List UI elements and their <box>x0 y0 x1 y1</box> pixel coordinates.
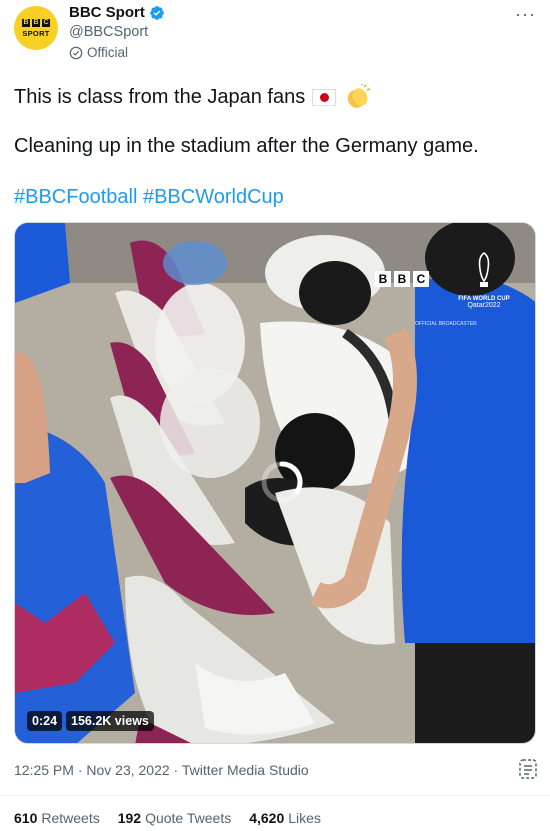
bbc-watermark-icon: BBC <box>375 271 429 287</box>
author-name-row[interactable]: BBC Sport <box>69 4 165 21</box>
quote-tweets-stat[interactable]: 192 Quote Tweets <box>118 810 232 826</box>
fifa-world-cup-logo: FIFA WORLD CUP Qatar2022 <box>456 251 512 309</box>
media-studio-icon[interactable] <box>518 758 538 780</box>
verified-badge-icon <box>149 5 164 20</box>
tweet-text-line1: This is class from the Japan fans <box>14 84 371 110</box>
likes-stat[interactable]: 4,620 Likes <box>249 810 321 826</box>
display-name[interactable]: BBC Sport <box>69 4 145 21</box>
avatar-sport-label: SPORT <box>22 28 50 38</box>
hashtag-link[interactable]: #BBCFootball <box>14 186 137 208</box>
official-label: Official <box>69 45 128 60</box>
video-info-badges: 0:24 156.2K views <box>27 711 154 731</box>
broadcaster-label: OFFICIAL BROADCASTER <box>415 321 477 327</box>
more-options-icon[interactable]: ··· <box>515 4 536 25</box>
tweet-timestamp-source[interactable]: 12:25 PM · Nov 23, 2022 · Twitter Media … <box>14 762 309 778</box>
retweets-stat[interactable]: 610 Retweets <box>14 810 100 826</box>
hashtag-link[interactable]: #BBCWorldCup <box>143 186 284 208</box>
trophy-icon <box>478 252 490 287</box>
engagement-stats: 610 Retweets 192 Quote Tweets 4,620 Likes <box>14 810 321 826</box>
japan-flag-icon <box>312 88 337 106</box>
avatar[interactable]: BBC SPORT <box>14 6 58 50</box>
video-player[interactable]: BBC FIFA WORLD CUP Qatar2022 OFFICIAL BR… <box>14 222 536 744</box>
clapping-hands-icon <box>348 84 371 108</box>
video-duration: 0:24 <box>27 711 63 731</box>
video-views: 156.2K views <box>66 711 154 731</box>
handle[interactable]: @BBCSport <box>69 24 148 40</box>
hashtags: #BBCFootball #BBCWorldCup <box>14 186 284 209</box>
check-circle-icon <box>69 46 83 59</box>
bbc-logo-icon: BBC <box>22 18 50 27</box>
loading-spinner-icon <box>261 461 303 503</box>
divider <box>0 795 550 796</box>
tweet-text-line2: Cleaning up in the stadium after the Ger… <box>14 135 479 157</box>
